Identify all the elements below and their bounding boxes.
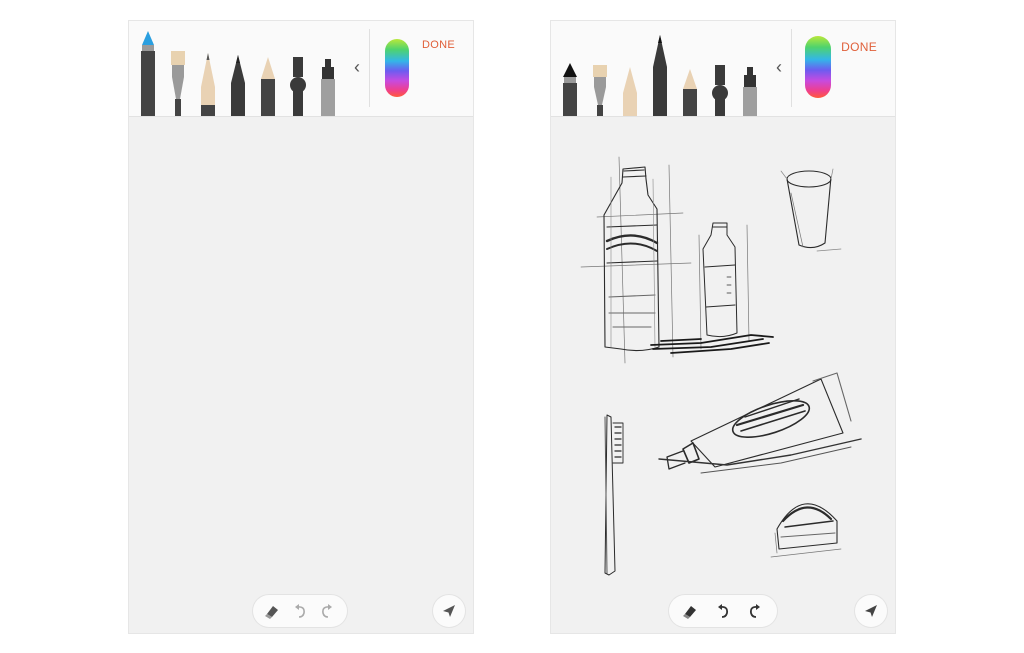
toothbrush-sketch	[604, 414, 624, 576]
edit-actions-bar	[669, 595, 777, 627]
undo-icon[interactable]	[713, 601, 733, 621]
redo-icon[interactable]	[745, 601, 765, 621]
pen-toolbar: ‹ DONE	[551, 21, 895, 117]
right-screen: ‹ DONE	[550, 20, 896, 634]
pen-toolbar: ‹ DONE	[129, 21, 473, 117]
toothpaste-tube-sketch	[658, 372, 862, 474]
toolbar-divider	[369, 29, 370, 107]
crayon-icon[interactable]	[681, 27, 699, 116]
done-button[interactable]: DONE	[841, 40, 877, 54]
fine-pencil-icon[interactable]	[651, 27, 669, 116]
flat-brush-icon[interactable]	[591, 27, 609, 116]
collapse-chevron-icon[interactable]: ‹	[772, 57, 786, 77]
done-button[interactable]: DONE	[422, 39, 455, 51]
fountain-pen-icon[interactable]	[711, 27, 729, 116]
send-button[interactable]	[855, 595, 887, 627]
pencil-sketch	[580, 156, 862, 576]
eraser-icon[interactable]	[261, 601, 281, 621]
pen-tool-list	[137, 27, 349, 116]
crayon-icon[interactable]	[259, 27, 277, 116]
brush-icon[interactable]	[139, 27, 157, 116]
send-icon	[443, 605, 455, 617]
eraser-icon[interactable]	[679, 601, 699, 621]
marker-icon[interactable]	[319, 27, 337, 116]
pen-tool-list	[559, 27, 771, 116]
cup-sketch	[780, 168, 842, 252]
toolbar-divider	[791, 29, 792, 107]
cake-slice-sketch	[770, 503, 842, 558]
left-screen: ‹ DONE	[128, 20, 474, 634]
brush-icon[interactable]	[561, 27, 579, 116]
drawing-canvas[interactable]	[551, 117, 895, 633]
pencil-icon[interactable]	[199, 27, 217, 116]
color-palette-button[interactable]	[385, 39, 409, 97]
small-bottle-sketch	[702, 222, 738, 338]
bottle-shadow-sketch	[650, 334, 774, 354]
send-button[interactable]	[433, 595, 465, 627]
redo-icon[interactable]	[317, 601, 337, 621]
marker-icon[interactable]	[741, 27, 759, 116]
pencil-icon[interactable]	[621, 27, 639, 116]
flat-brush-icon[interactable]	[169, 27, 187, 116]
fountain-pen-icon[interactable]	[289, 27, 307, 116]
undo-icon[interactable]	[290, 601, 310, 621]
color-palette-button[interactable]	[805, 36, 831, 98]
collapse-chevron-icon[interactable]: ‹	[350, 57, 364, 77]
drawing-canvas[interactable]	[129, 117, 473, 633]
send-icon	[865, 605, 877, 617]
big-bottle-sketch	[603, 166, 660, 352]
fine-pencil-icon[interactable]	[229, 27, 247, 116]
edit-actions-bar	[253, 595, 347, 627]
